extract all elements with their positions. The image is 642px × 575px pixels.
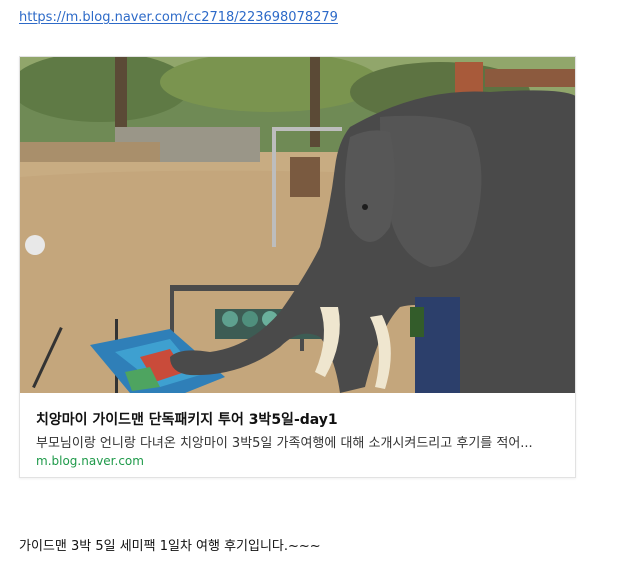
preview-title[interactable]: 치앙마이 가이드맨 단독패키지 투어 3박5일-day1 [36,409,338,429]
preview-domain: m.blog.naver.com [36,454,144,468]
post-body-text: 가이드맨 3박 5일 세미팩 1일차 여행 후기입니다.~~~ [19,539,321,554]
preview-text-area: 치앙마이 가이드맨 단독패키지 투어 3박5일-day1 부모님이랑 언니랑 다… [20,393,575,477]
elephant-photo-image [20,57,575,393]
preview-thumbnail [20,57,575,393]
preview-description: 부모님이랑 언니랑 다녀온 치앙마이 3박5일 가족여행에 대해 소개시켜드리고… [36,436,533,451]
blog-url-link[interactable]: https://m.blog.naver.com/cc2718/22369807… [19,10,338,25]
link-preview-card[interactable]: 치앙마이 가이드맨 단독패키지 투어 3박5일-day1 부모님이랑 언니랑 다… [19,56,576,478]
